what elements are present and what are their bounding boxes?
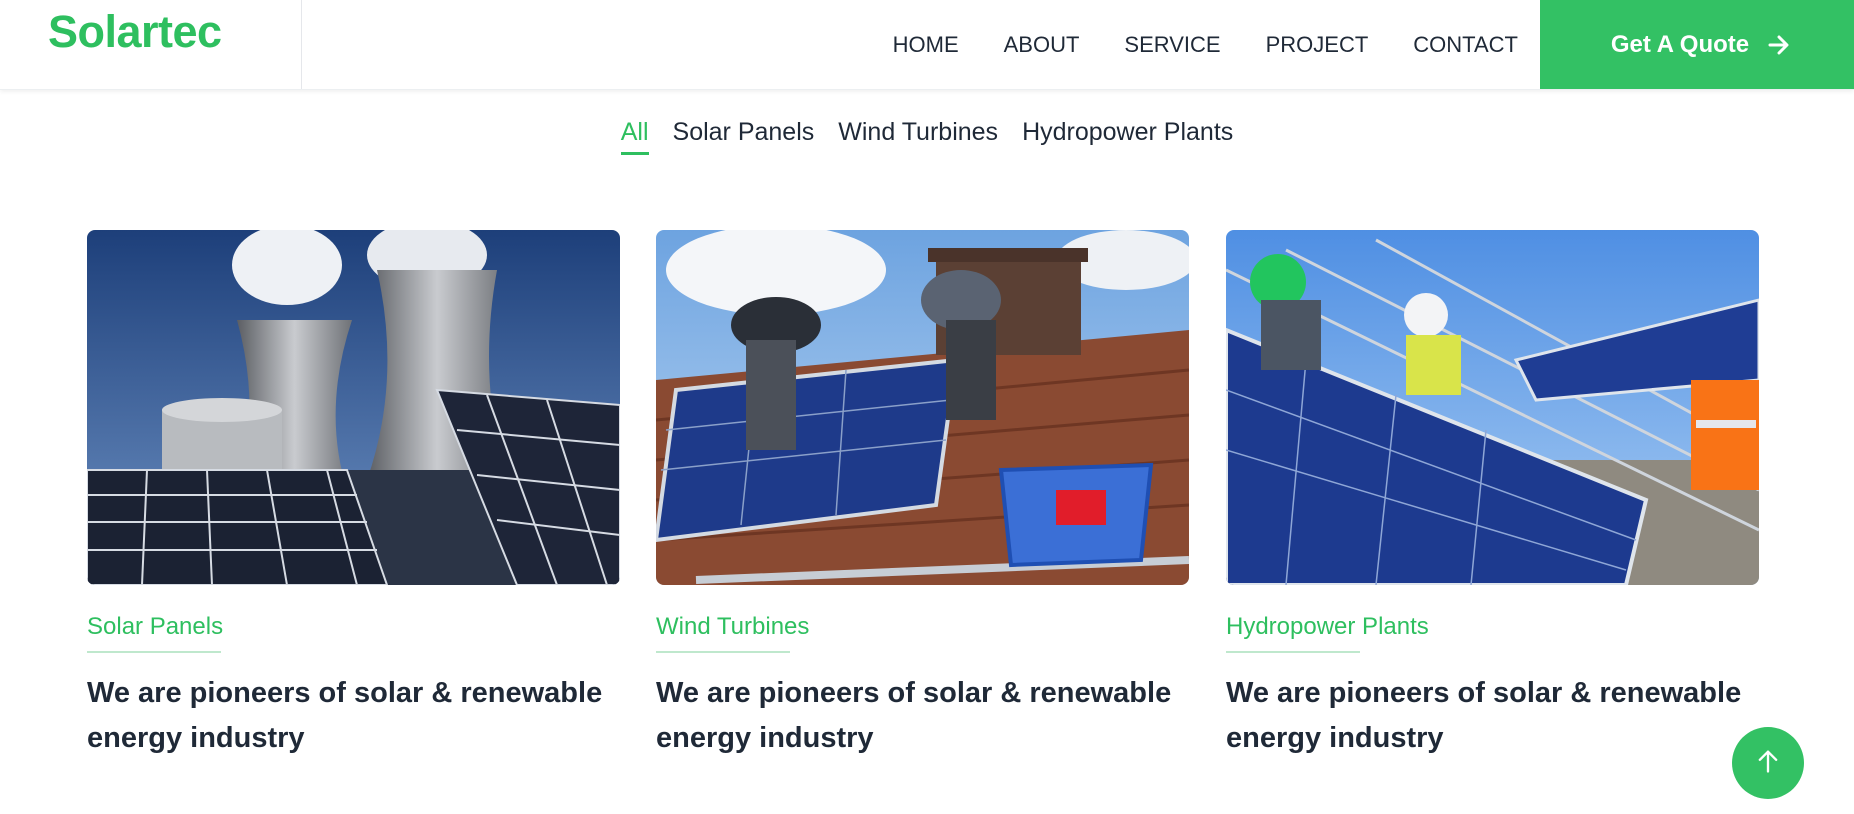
nav-home[interactable]: HOME [893, 32, 959, 58]
project-image-cooling-towers[interactable] [87, 230, 620, 585]
project-category[interactable]: Solar Panels [87, 613, 223, 653]
filter-solar-panels[interactable]: Solar Panels [673, 118, 815, 153]
back-to-top-button[interactable] [1732, 727, 1804, 799]
project-card[interactable]: Hydropower Plants We are pioneers of sol… [1226, 230, 1759, 761]
filter-all[interactable]: All [620, 118, 649, 155]
get-a-quote-button[interactable]: Get A Quote [1540, 0, 1854, 89]
filter-hydropower-plants[interactable]: Hydropower Plants [1022, 118, 1233, 153]
project-title[interactable]: We are pioneers of solar & renewable ene… [87, 671, 607, 761]
brand: Solartec [0, 0, 302, 89]
project-image-roof-installation[interactable] [656, 230, 1189, 585]
arrow-right-icon [1767, 33, 1791, 57]
filter-wind-turbines[interactable]: Wind Turbines [838, 118, 998, 153]
project-category[interactable]: Wind Turbines [656, 613, 809, 653]
logo[interactable]: Solartec [48, 6, 222, 58]
project-title[interactable]: We are pioneers of solar & renewable ene… [656, 671, 1176, 761]
project-image-workers-with-panels[interactable] [1226, 230, 1759, 585]
nav-contact[interactable]: CONTACT [1413, 32, 1518, 58]
project-category[interactable]: Hydropower Plants [1226, 613, 1429, 653]
project-title[interactable]: We are pioneers of solar & renewable ene… [1226, 671, 1746, 761]
get-a-quote-label: Get A Quote [1610, 30, 1750, 58]
main-nav: HOME ABOUT SERVICE PROJECT CONTACT [848, 0, 1518, 89]
arrow-up-icon [1754, 747, 1782, 780]
nav-project[interactable]: PROJECT [1266, 32, 1369, 58]
project-filters: All Solar Panels Wind Turbines Hydropowe… [0, 118, 1854, 155]
nav-service[interactable]: SERVICE [1124, 32, 1220, 58]
project-card[interactable]: Wind Turbines We are pioneers of solar &… [656, 230, 1189, 761]
nav-about[interactable]: ABOUT [1004, 32, 1080, 58]
project-card[interactable]: Solar Panels We are pioneers of solar & … [87, 230, 620, 761]
site-header: Solartec HOME ABOUT SERVICE PROJECT CONT… [0, 0, 1854, 90]
